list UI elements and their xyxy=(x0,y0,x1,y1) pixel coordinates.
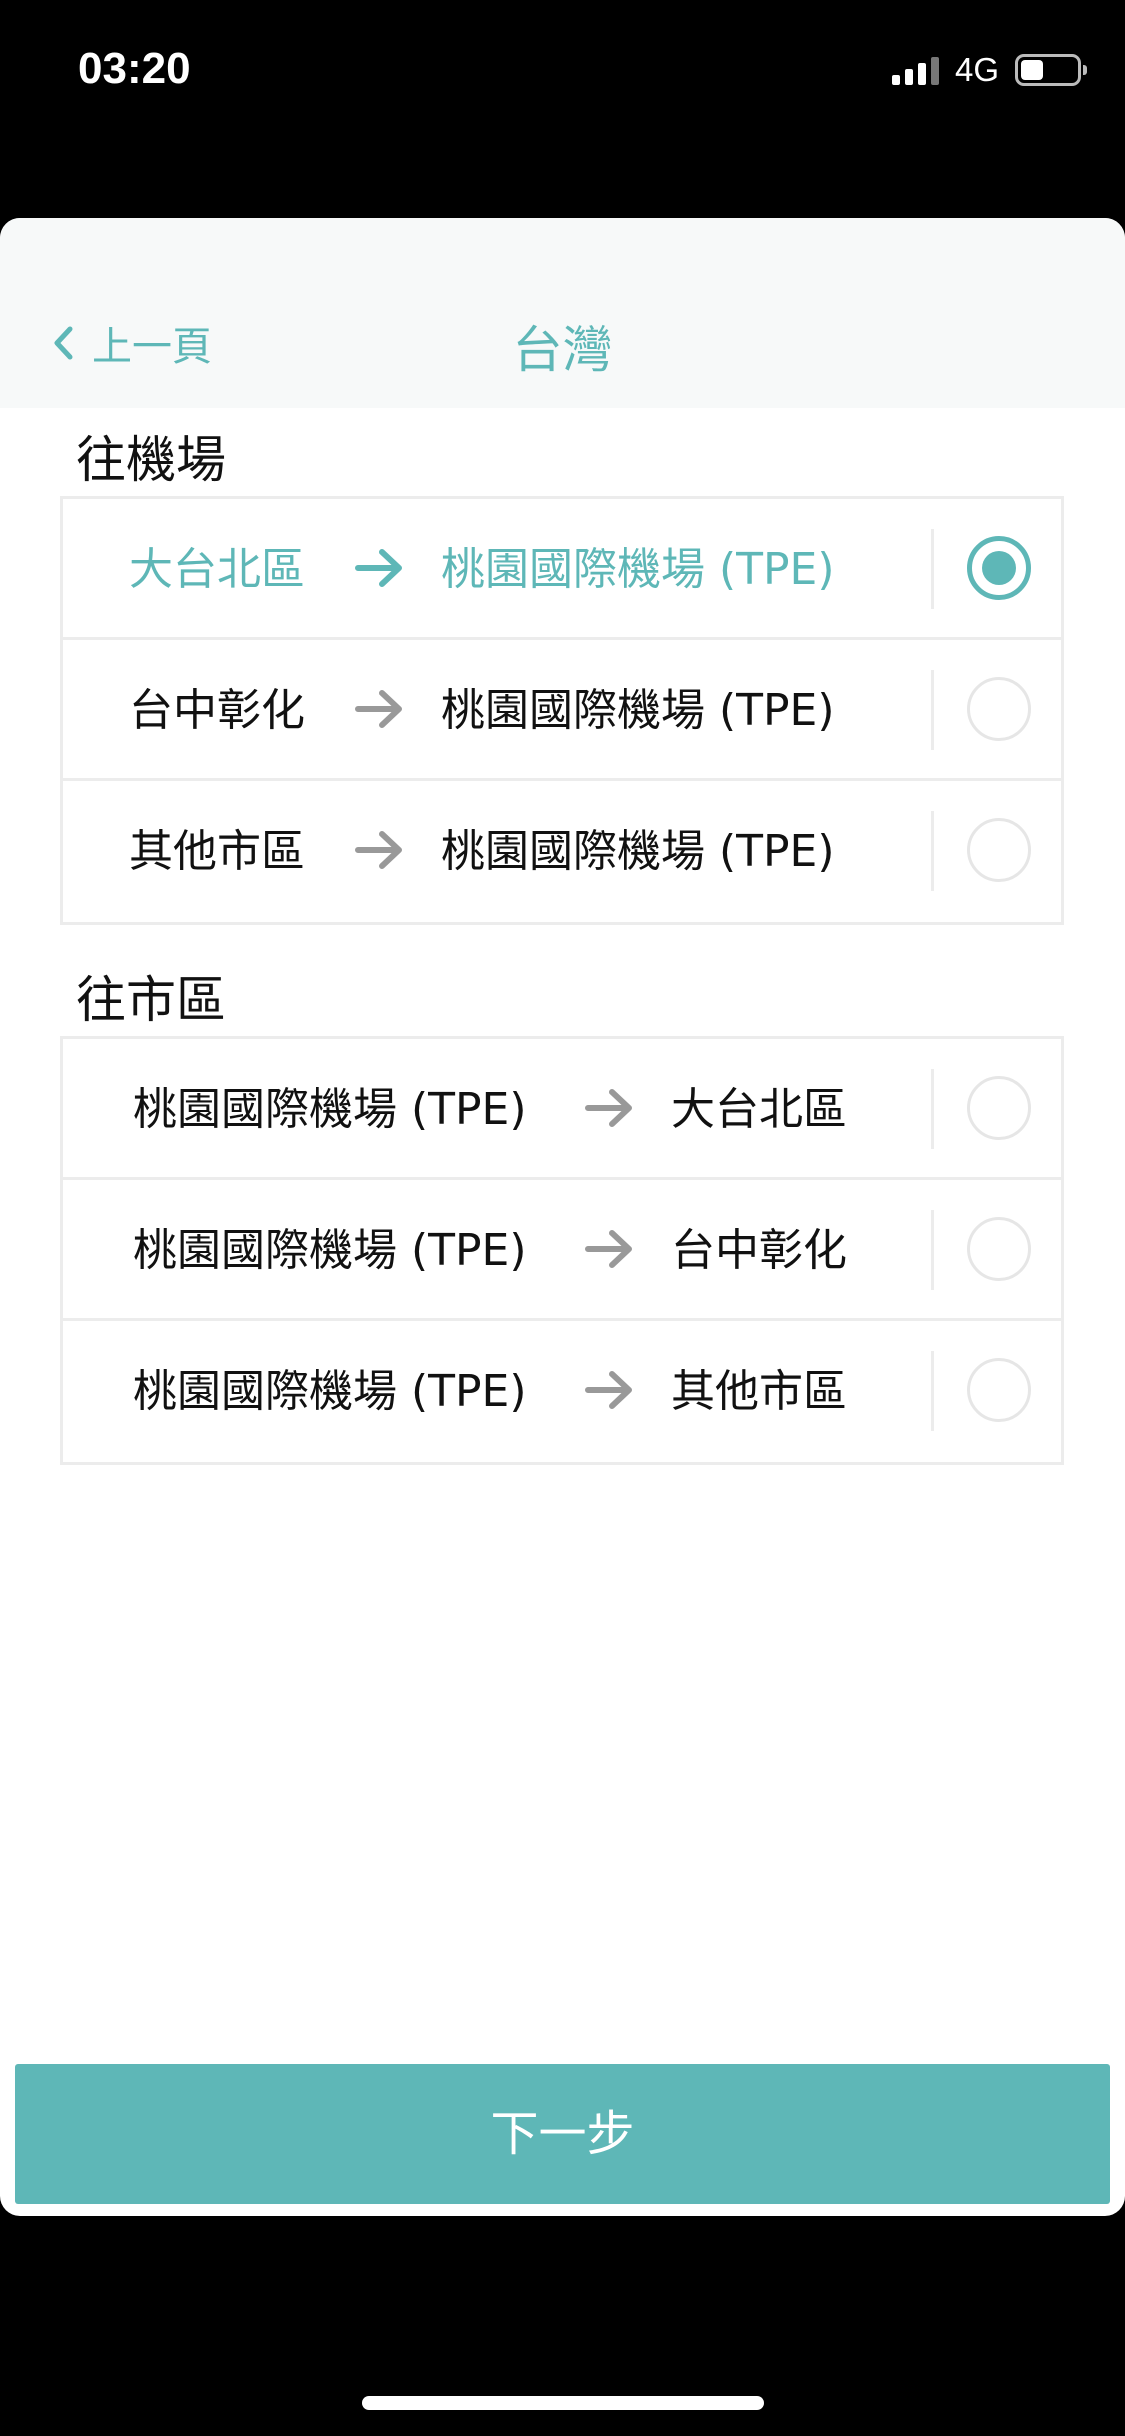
route-origin: 其他市區 xyxy=(129,826,305,877)
route-origin: 桃園國際機場 (TPE) xyxy=(133,1366,527,1417)
route-radio[interactable] xyxy=(967,818,1031,882)
route-origin: 台中彰化 xyxy=(129,685,305,736)
row-divider xyxy=(931,811,934,891)
route-row[interactable]: 其他市區 桃園國際機場 (TPE) xyxy=(63,781,1061,922)
route-radio[interactable] xyxy=(967,536,1031,600)
route-destination: 桃園國際機場 (TPE) xyxy=(441,826,835,877)
route-row[interactable]: 桃園國際機場 (TPE) 其他市區 xyxy=(63,1321,1061,1462)
row-divider xyxy=(931,1351,934,1431)
arrow-right-icon xyxy=(355,831,402,869)
route-origin: 大台北區 xyxy=(129,544,305,595)
route-radio[interactable] xyxy=(967,1217,1031,1281)
route-list-to-airport: 大台北區 桃園國際機場 (TPE) 台中彰化 桃園國際機場 (TPE) 其他市區… xyxy=(60,496,1064,925)
route-destination: 桃園國際機場 (TPE) xyxy=(441,685,835,736)
route-row[interactable]: 桃園國際機場 (TPE) 台中彰化 xyxy=(63,1180,1061,1321)
route-row[interactable]: 台中彰化 桃園國際機場 (TPE) xyxy=(63,640,1061,781)
status-bar: 03:20 4G xyxy=(0,0,1125,140)
arrow-right-icon xyxy=(585,1230,632,1268)
signal-icon xyxy=(891,55,939,85)
home-indicator[interactable] xyxy=(362,2396,764,2410)
route-origin: 桃園國際機場 (TPE) xyxy=(133,1225,527,1276)
network-label: 4G xyxy=(954,51,999,88)
battery-icon xyxy=(1015,54,1087,86)
arrow-right-icon xyxy=(355,690,402,728)
next-step-button[interactable]: 下一步 xyxy=(15,2064,1110,2204)
nav-bar: 上一頁 台灣 xyxy=(0,218,1125,408)
row-divider xyxy=(931,529,934,609)
status-indicators: 4G xyxy=(891,50,1087,90)
row-divider xyxy=(931,1210,934,1290)
route-destination: 大台北區 xyxy=(671,1084,847,1135)
arrow-right-icon xyxy=(355,549,402,587)
route-destination: 台中彰化 xyxy=(671,1225,847,1276)
route-row[interactable]: 桃園國際機場 (TPE) 大台北區 xyxy=(63,1039,1061,1180)
page-title: 台灣 xyxy=(512,321,613,379)
arrow-right-icon xyxy=(585,1089,632,1127)
route-row[interactable]: 大台北區 桃園國際機場 (TPE) xyxy=(63,499,1061,640)
status-time: 03:20 xyxy=(78,44,191,93)
route-radio[interactable] xyxy=(967,677,1031,741)
route-list-to-city: 桃園國際機場 (TPE) 大台北區 桃園國際機場 (TPE) 台中彰化 桃園國際… xyxy=(60,1036,1064,1465)
route-origin: 桃園國際機場 (TPE) xyxy=(133,1084,527,1135)
section-title-to-city: 往市區 xyxy=(76,971,226,1029)
section-title-to-airport: 往機場 xyxy=(76,431,226,489)
arrow-right-icon xyxy=(585,1371,632,1409)
route-destination: 桃園國際機場 (TPE) xyxy=(441,544,835,595)
route-radio[interactable] xyxy=(967,1076,1031,1140)
route-destination: 其他市區 xyxy=(671,1366,847,1417)
row-divider xyxy=(931,670,934,750)
route-radio[interactable] xyxy=(967,1358,1031,1422)
route-selection-sheet: 上一頁 台灣 往機場 大台北區 桃園國際機場 (TPE) 台中彰化 桃園國際機場… xyxy=(0,218,1125,2216)
row-divider xyxy=(931,1069,934,1149)
